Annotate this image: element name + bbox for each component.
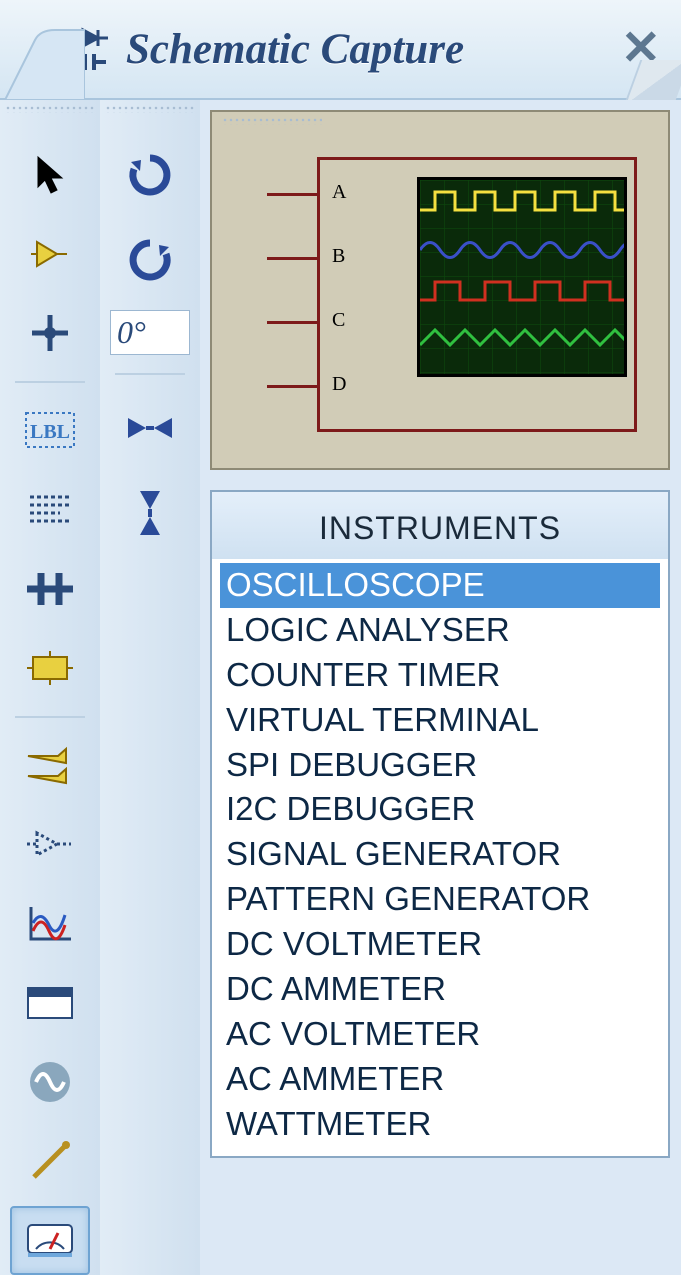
instrument-item[interactable]: VIRTUAL TERMINAL: [220, 698, 660, 743]
pin-b: [267, 257, 317, 260]
instrument-item[interactable]: OSCILLOSCOPE: [220, 563, 660, 608]
instrument-item[interactable]: COUNTER TIMER: [220, 653, 660, 698]
mirror-horizontal-button[interactable]: [110, 393, 190, 463]
bus-tool[interactable]: [10, 554, 90, 623]
cursor-icon: [30, 153, 70, 197]
pin-c: [267, 321, 317, 324]
mirror-vertical-button[interactable]: [110, 478, 190, 548]
separator: [15, 716, 85, 718]
gate-icon: [27, 234, 73, 274]
pin-tool[interactable]: [10, 810, 90, 879]
instruments-tool[interactable]: [10, 1206, 90, 1275]
instrument-item[interactable]: SPI DEBUGGER: [220, 743, 660, 788]
text-lines-icon: [26, 491, 74, 527]
tape-tool[interactable]: [10, 968, 90, 1037]
pin-a: [267, 193, 317, 196]
instruments-list[interactable]: OSCILLOSCOPELOGIC ANALYSERCOUNTER TIMERV…: [212, 559, 668, 1156]
instrument-item[interactable]: LOGIC ANALYSER: [220, 608, 660, 653]
mirror-v-icon: [132, 485, 168, 541]
bus-icon: [23, 569, 77, 609]
window-icon: [24, 984, 76, 1022]
pin-a-label: A: [332, 181, 346, 204]
probe-icon: [26, 1137, 74, 1185]
chip-icon: [23, 649, 77, 687]
oscilloscope-symbol: A B C D: [272, 157, 632, 427]
subcircuit-tool[interactable]: [10, 633, 90, 702]
instrument-item[interactable]: DC AMMETER: [220, 967, 660, 1012]
pin-c-label: C: [332, 309, 345, 332]
rotate-ccw-button[interactable]: [110, 225, 190, 295]
angle-input[interactable]: 0°: [110, 310, 190, 355]
separator: [115, 373, 185, 375]
instruments-header: INSTRUMENTS: [212, 492, 668, 559]
scope-screen: [417, 177, 627, 377]
toolbar-grip[interactable]: [105, 105, 195, 113]
instrument-item[interactable]: PATTERN GENERATOR: [220, 877, 660, 922]
label-tool[interactable]: LBL: [10, 396, 90, 465]
selection-tool[interactable]: [10, 140, 90, 209]
instrument-item[interactable]: WATTMETER: [220, 1102, 660, 1147]
sine-icon: [26, 1058, 74, 1106]
instrument-item[interactable]: AC AMMETER: [220, 1057, 660, 1102]
left-toolbar: LBL: [0, 100, 100, 1275]
tab-bar: Schematic Capture ✕: [0, 0, 681, 100]
label-icon: LBL: [22, 409, 78, 451]
tab-title: Schematic Capture: [126, 25, 601, 74]
probe-tool[interactable]: [10, 1127, 90, 1196]
graph-icon: [25, 903, 75, 945]
script-tool[interactable]: [10, 475, 90, 544]
rotate-cw-button[interactable]: [110, 140, 190, 210]
instrument-item[interactable]: DC VOLTMETER: [220, 922, 660, 967]
pin-d-label: D: [332, 373, 346, 396]
instruments-panel: INSTRUMENTS OSCILLOSCOPELOGIC ANALYSERCO…: [210, 490, 670, 1158]
buffer-icon: [23, 827, 77, 861]
terminal-tool[interactable]: [10, 731, 90, 800]
crosshair-icon: [28, 311, 72, 355]
generator-tool[interactable]: [10, 1047, 90, 1116]
instrument-item[interactable]: I2C DEBUGGER: [220, 787, 660, 832]
rotate-toolbar: 0°: [100, 100, 200, 1275]
instrument-item[interactable]: AC VOLTMETER: [220, 1012, 660, 1057]
panel-grip[interactable]: [222, 117, 322, 125]
junction-tool[interactable]: [10, 298, 90, 367]
separator: [15, 381, 85, 383]
component-preview: A B C D: [210, 110, 670, 470]
tab-slope: [5, 25, 85, 100]
meter-icon: [24, 1219, 76, 1261]
pin-b-label: B: [332, 245, 345, 268]
instrument-item[interactable]: SIGNAL GENERATOR: [220, 832, 660, 877]
waveforms-icon: [420, 180, 627, 377]
svg-text:LBL: LBL: [30, 421, 70, 443]
toolbar-grip[interactable]: [5, 105, 95, 113]
rotate-cw-icon: [125, 150, 175, 200]
pin-d: [267, 385, 317, 388]
rotate-ccw-icon: [125, 235, 175, 285]
terminals-icon: [24, 744, 76, 786]
graph-tool[interactable]: [10, 889, 90, 958]
mirror-h-icon: [122, 410, 178, 446]
component-tool[interactable]: [10, 219, 90, 288]
